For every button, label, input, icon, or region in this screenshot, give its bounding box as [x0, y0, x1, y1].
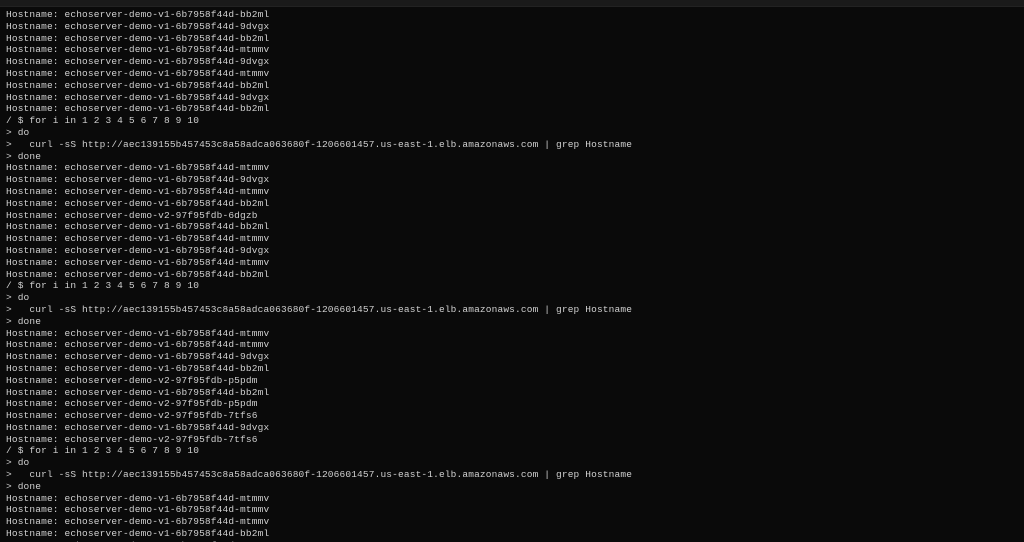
- do-line: > do: [6, 457, 1020, 469]
- for-loop-line: / $ for i in 1 2 3 4 5 6 7 8 9 10: [6, 280, 1020, 292]
- for-loop-line: / $ for i in 1 2 3 4 5 6 7 8 9 10: [6, 445, 1020, 457]
- hostname-line: Hostname: echoserver-demo-v1-6b7958f44d-…: [6, 328, 1020, 340]
- hostname-line: Hostname: echoserver-demo-v1-6b7958f44d-…: [6, 245, 1020, 257]
- hostname-line: Hostname: echoserver-demo-v1-6b7958f44d-…: [6, 528, 1020, 540]
- hostname-line: Hostname: echoserver-demo-v1-6b7958f44d-…: [6, 493, 1020, 505]
- for-loop-line: / $ for i in 1 2 3 4 5 6 7 8 9 10: [6, 115, 1020, 127]
- hostname-line: Hostname: echoserver-demo-v1-6b7958f44d-…: [6, 9, 1020, 21]
- hostname-line: Hostname: echoserver-demo-v2-97f95fdb-p5…: [6, 375, 1020, 387]
- hostname-line: Hostname: echoserver-demo-v1-6b7958f44d-…: [6, 92, 1020, 104]
- hostname-line: Hostname: echoserver-demo-v1-6b7958f44d-…: [6, 103, 1020, 115]
- terminal-output[interactable]: Hostname: echoserver-demo-v1-6b7958f44d-…: [0, 7, 1024, 542]
- hostname-line: Hostname: echoserver-demo-v2-97f95fdb-7t…: [6, 410, 1020, 422]
- hostname-line: Hostname: echoserver-demo-v2-97f95fdb-7t…: [6, 434, 1020, 446]
- hostname-line: Hostname: echoserver-demo-v1-6b7958f44d-…: [6, 363, 1020, 375]
- hostname-line: Hostname: echoserver-demo-v1-6b7958f44d-…: [6, 174, 1020, 186]
- hostname-line: Hostname: echoserver-demo-v1-6b7958f44d-…: [6, 162, 1020, 174]
- curl-line: > curl -sS http://aec139155b457453c8a58a…: [6, 469, 1020, 481]
- do-line: > do: [6, 127, 1020, 139]
- window-titlebar: [0, 0, 1024, 7]
- hostname-line: Hostname: echoserver-demo-v1-6b7958f44d-…: [6, 33, 1020, 45]
- hostname-line: Hostname: echoserver-demo-v1-6b7958f44d-…: [6, 387, 1020, 399]
- hostname-line: Hostname: echoserver-demo-v1-6b7958f44d-…: [6, 269, 1020, 281]
- hostname-line: Hostname: echoserver-demo-v1-6b7958f44d-…: [6, 351, 1020, 363]
- curl-line: > curl -sS http://aec139155b457453c8a58a…: [6, 139, 1020, 151]
- hostname-line: Hostname: echoserver-demo-v1-6b7958f44d-…: [6, 21, 1020, 33]
- done-line: > done: [6, 316, 1020, 328]
- hostname-line: Hostname: echoserver-demo-v1-6b7958f44d-…: [6, 198, 1020, 210]
- curl-line: > curl -sS http://aec139155b457453c8a58a…: [6, 304, 1020, 316]
- hostname-line: Hostname: echoserver-demo-v1-6b7958f44d-…: [6, 516, 1020, 528]
- done-line: > done: [6, 151, 1020, 163]
- hostname-line: Hostname: echoserver-demo-v1-6b7958f44d-…: [6, 422, 1020, 434]
- hostname-line: Hostname: echoserver-demo-v1-6b7958f44d-…: [6, 339, 1020, 351]
- hostname-line: Hostname: echoserver-demo-v1-6b7958f44d-…: [6, 257, 1020, 269]
- hostname-line: Hostname: echoserver-demo-v1-6b7958f44d-…: [6, 56, 1020, 68]
- hostname-line: Hostname: echoserver-demo-v1-6b7958f44d-…: [6, 186, 1020, 198]
- done-line: > done: [6, 481, 1020, 493]
- hostname-line: Hostname: echoserver-demo-v1-6b7958f44d-…: [6, 233, 1020, 245]
- hostname-line: Hostname: echoserver-demo-v2-97f95fdb-p5…: [6, 398, 1020, 410]
- hostname-line: Hostname: echoserver-demo-v1-6b7958f44d-…: [6, 504, 1020, 516]
- do-line: > do: [6, 292, 1020, 304]
- hostname-line: Hostname: echoserver-demo-v1-6b7958f44d-…: [6, 44, 1020, 56]
- hostname-line: Hostname: echoserver-demo-v1-6b7958f44d-…: [6, 80, 1020, 92]
- hostname-line: Hostname: echoserver-demo-v1-6b7958f44d-…: [6, 221, 1020, 233]
- hostname-line: Hostname: echoserver-demo-v1-6b7958f44d-…: [6, 68, 1020, 80]
- hostname-line: Hostname: echoserver-demo-v2-97f95fdb-6d…: [6, 210, 1020, 222]
